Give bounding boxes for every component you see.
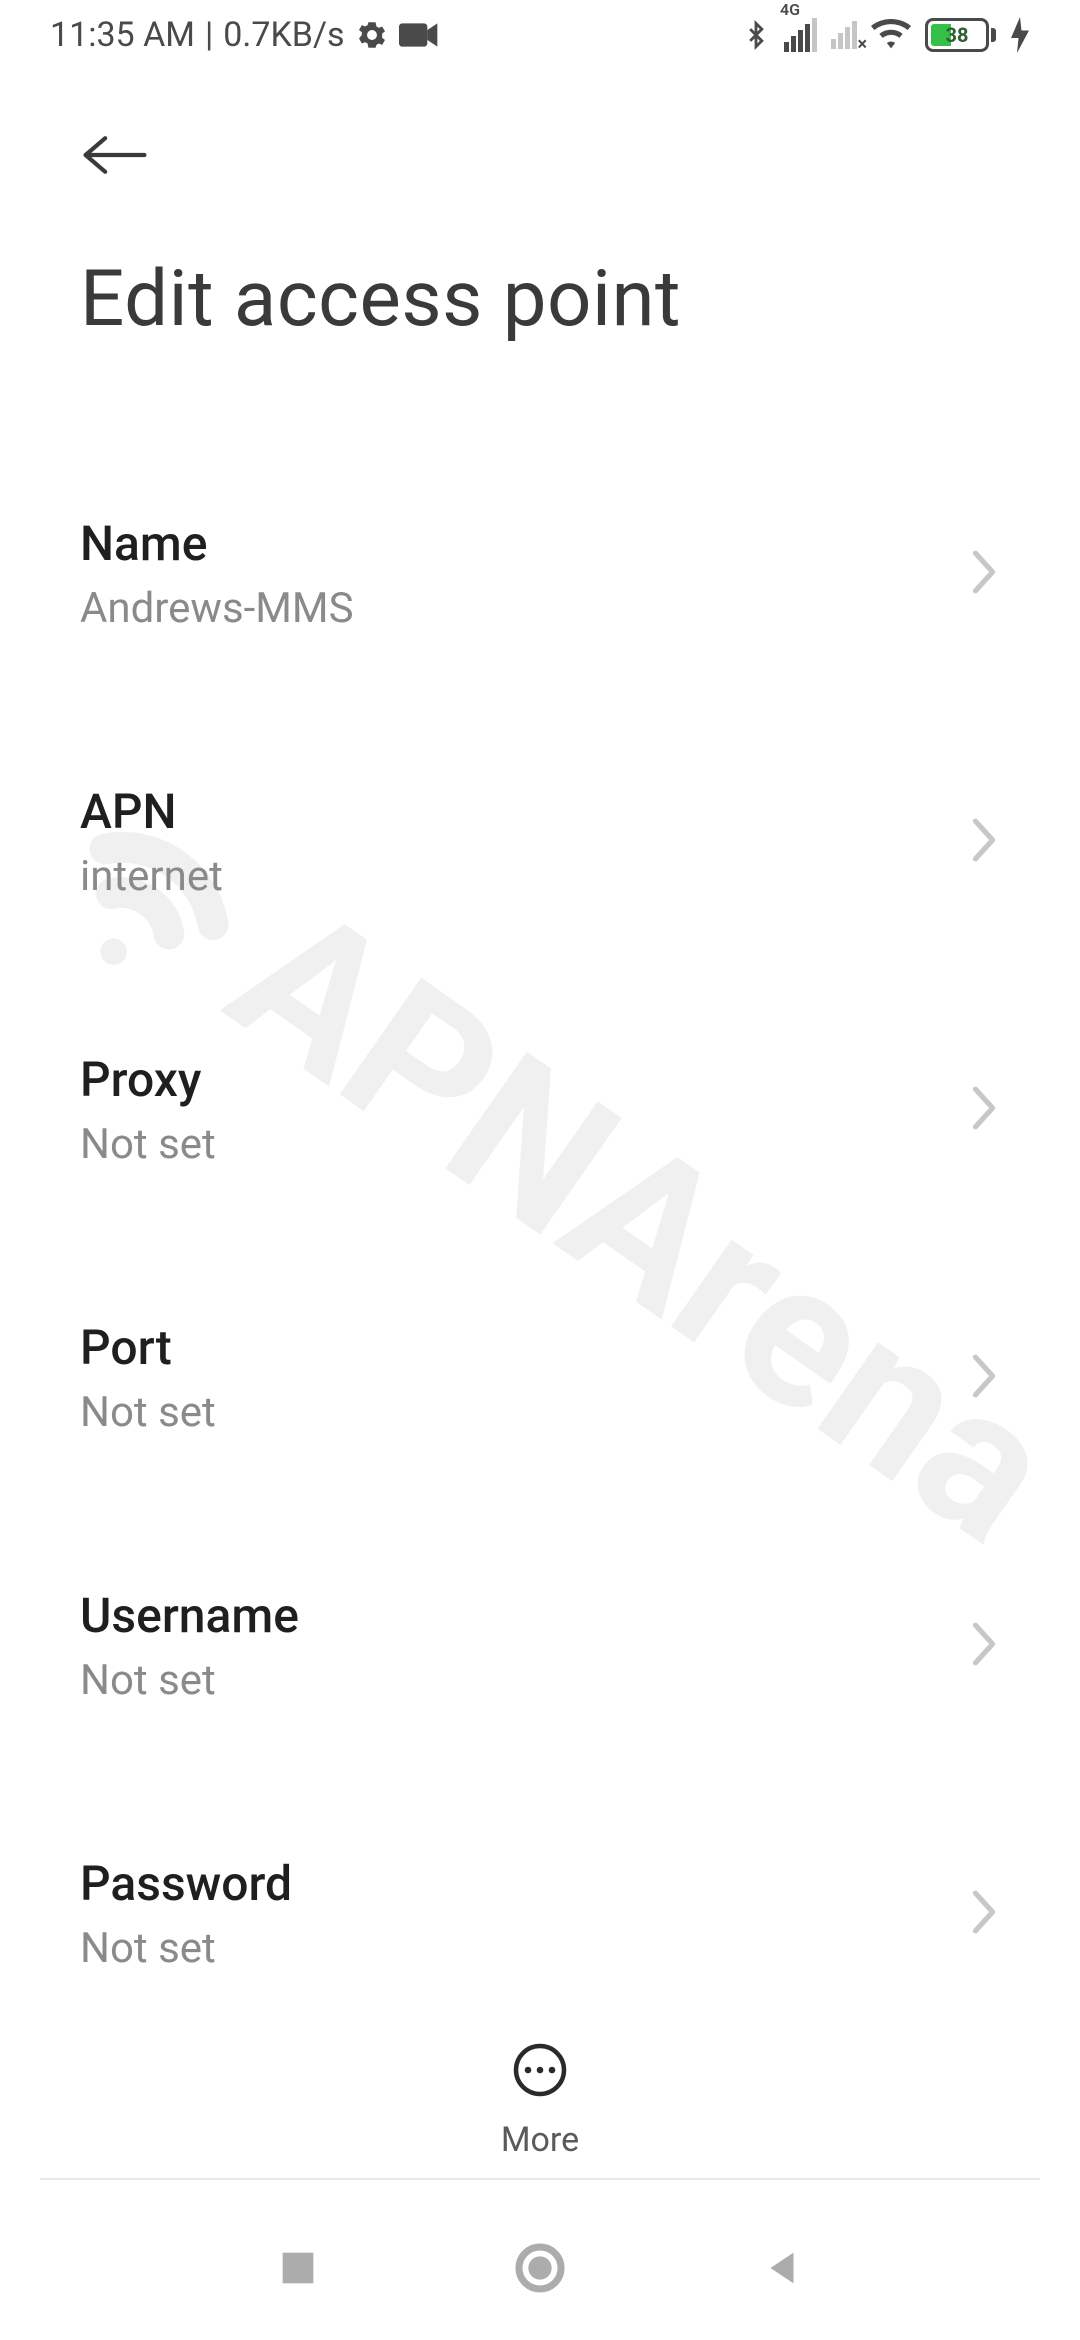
status-right: 4G × 38 [742, 15, 1030, 55]
bottom-divider [40, 2178, 1040, 2180]
system-nav-bar [0, 2200, 1080, 2340]
bluetooth-icon [742, 15, 770, 55]
status-bar: 11:35 AM | 0.7KB/s 4G × [0, 0, 1080, 70]
header: Edit access point [0, 70, 1080, 355]
row-password[interactable]: Password Not set [80, 1815, 1000, 2017]
status-left: 11:35 AM | 0.7KB/s [50, 15, 439, 55]
wifi-icon [871, 18, 911, 52]
status-time: 11:35 AM [50, 15, 195, 55]
nav-back-button[interactable] [759, 2245, 805, 2295]
page-title: Edit access point [80, 254, 1000, 345]
chevron-right-icon [968, 548, 1000, 600]
row-proxy[interactable]: Proxy Not set [80, 1011, 1000, 1213]
row-label: APN [80, 783, 948, 840]
signal-nosim-icon: × [831, 21, 857, 49]
charging-icon [1010, 17, 1030, 53]
status-netspeed: 0.7KB/s [223, 15, 344, 55]
nav-home-button[interactable] [512, 2240, 568, 2300]
more-icon [510, 2040, 570, 2104]
chevron-right-icon [968, 816, 1000, 868]
nav-recents-button[interactable] [275, 2245, 321, 2295]
chevron-right-icon [968, 1352, 1000, 1404]
gear-icon [355, 18, 389, 52]
apn-list: Name Andrews-MMS APN internet Proxy Not … [0, 355, 1080, 2135]
row-value: internet [80, 852, 948, 901]
battery-pct: 38 [928, 23, 986, 47]
row-label: Proxy [80, 1051, 948, 1108]
battery-indicator: 38 [925, 18, 996, 52]
row-username[interactable]: Username Not set [80, 1547, 1000, 1749]
row-label: Username [80, 1587, 948, 1644]
more-button[interactable]: More [0, 2010, 1080, 2160]
more-label: More [501, 2120, 579, 2160]
chevron-right-icon [968, 1620, 1000, 1672]
camera-icon [399, 21, 439, 49]
row-value: Not set [80, 1924, 948, 1973]
signal-label: 4G [780, 0, 800, 19]
row-value: Not set [80, 1120, 948, 1169]
row-port[interactable]: Port Not set [80, 1279, 1000, 1481]
chevron-right-icon [968, 1084, 1000, 1136]
row-label: Name [80, 515, 948, 572]
row-label: Port [80, 1319, 948, 1376]
row-value: Andrews-MMS [80, 584, 948, 633]
status-sep: | [205, 15, 213, 55]
row-label: Password [80, 1855, 948, 1912]
row-apn[interactable]: APN internet [80, 743, 1000, 945]
row-value: Not set [80, 1656, 948, 1705]
row-value: Not set [80, 1388, 948, 1437]
chevron-right-icon [968, 1888, 1000, 1940]
signal-4g: 4G [784, 18, 817, 52]
row-name[interactable]: Name Andrews-MMS [80, 475, 1000, 677]
back-button[interactable] [80, 130, 1000, 184]
